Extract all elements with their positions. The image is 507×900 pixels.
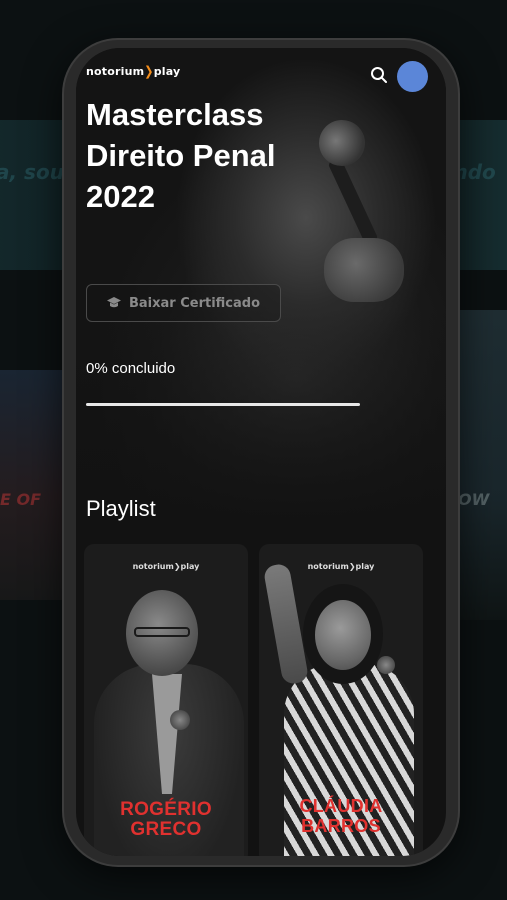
background-card-left [0, 370, 70, 600]
graduation-cap-icon [106, 297, 121, 308]
app-screen: notorium❯play Masterclass Direito Penal … [76, 48, 446, 856]
playlist-card[interactable]: notorium❯play CLÁUDIA BARROS [259, 544, 423, 856]
card-title: CLÁUDIA BARROS [299, 796, 383, 836]
card-raised-arm [262, 562, 310, 686]
card-microphone [377, 656, 395, 674]
card-logo: notorium❯play [132, 562, 200, 571]
logo-arrow-icon: ❯ [144, 63, 154, 80]
hero-hand [324, 238, 404, 302]
card-logo: notorium❯play [307, 562, 375, 571]
download-certificate-label: Baixar Certificado [128, 295, 261, 311]
avatar[interactable] [397, 61, 428, 92]
page-title: Masterclass Direito Penal 2022 [86, 97, 276, 214]
card-person-head [315, 600, 371, 670]
background-text-left: a, sou [0, 160, 64, 184]
logo-text: notorium [86, 65, 145, 78]
playlist-card[interactable]: notorium❯play ROGÉRIO GRECO [84, 544, 248, 856]
progress-label: 0% concluido [86, 360, 176, 377]
playlist-heading: Playlist [86, 496, 156, 521]
app-logo[interactable]: notorium❯play [86, 63, 181, 80]
background-text-red: E OF [0, 490, 42, 509]
card-microphone [170, 710, 190, 730]
logo-suffix: play [153, 65, 181, 78]
progress-bar [86, 403, 360, 406]
card-title: ROGÉRIO GRECO [120, 799, 212, 840]
phone-frame: notorium❯play Masterclass Direito Penal … [64, 40, 458, 865]
download-certificate-button[interactable]: Baixar Certificado [86, 284, 281, 322]
background-text-grey: OW [458, 490, 490, 509]
search-icon[interactable] [370, 66, 388, 84]
hero-fade [76, 308, 446, 528]
card-glasses [134, 627, 190, 637]
